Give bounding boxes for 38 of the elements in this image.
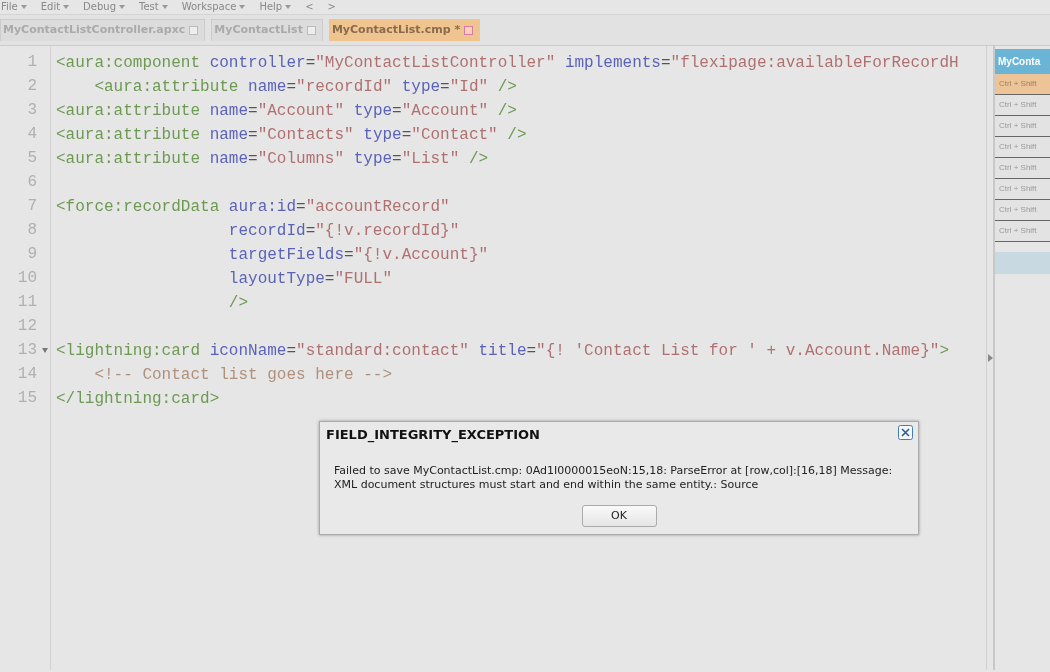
code-line: <aura:attribute name="Contacts" type="Contact" /> <box>56 125 527 146</box>
error-message: Failed to save MyContactList.cmp: 0Ad1I0000015eoN:15,18: ParseError at [row,col]:[16,18] Message: XML document structures must start and end within the same entity.: Source <box>333 463 894 492</box>
shortcut-row[interactable]: Ctrl + Shift <box>995 74 1050 95</box>
code-line: <aura:attribute name="Columns" type="List" /> <box>56 149 489 170</box>
caret-icon <box>161 5 168 9</box>
code-line: /> <box>227 293 249 314</box>
code-line: </lightning:card> <box>56 389 220 410</box>
fold-arrow-icon[interactable] <box>42 348 48 353</box>
caret-icon <box>20 5 27 9</box>
code-line: targetFields="{!v.Account}" <box>227 245 489 266</box>
code-line: <force:recordData aura:id="accountRecord" <box>56 197 450 218</box>
menu-item[interactable]: Debug <box>83 1 116 12</box>
menu-item[interactable]: Help <box>259 1 283 12</box>
nav-arrow[interactable]: < <box>305 0 314 14</box>
code-line: <aura:attribute name="recordId" type="Id" /> <box>93 77 517 98</box>
caret-icon <box>239 5 246 9</box>
panel-title: MyConta <box>995 49 1050 74</box>
tab-label: MyContactList.cmp * <box>331 21 461 38</box>
nav-arrow[interactable]: > <box>327 0 336 14</box>
code-line: <aura:attribute name="Account" type="Account" /> <box>56 101 517 122</box>
editor-tab[interactable]: MyContactList.cmp * <box>328 19 481 41</box>
caret-icon <box>285 5 292 9</box>
code-line: <!-- Contact list goes here --> <box>93 365 393 386</box>
code-line: <lightning:card iconName="standard:contact" title="{! 'Contact List for ' + v.Account.Name}"> <box>56 341 949 362</box>
menu-item[interactable]: Workspace <box>181 1 237 12</box>
code-line: <aura:component controller="MyContactListController" implements="flexipage:availableForRecordH <box>56 53 959 74</box>
code-line: recordId="{!v.recordId}" <box>227 221 460 242</box>
menu-item[interactable]: Test <box>139 1 159 12</box>
collapse-arrow-icon[interactable] <box>987 354 993 362</box>
caret-icon <box>63 5 70 9</box>
menu-item[interactable]: Edit <box>40 1 61 12</box>
dialog-title: FIELD_INTEGRITY_EXCEPTION <box>325 426 540 445</box>
menu-item[interactable]: File <box>1 1 18 12</box>
caret-icon <box>119 5 125 9</box>
code-line: layoutType="FULL" <box>227 269 393 290</box>
close-icon[interactable] <box>898 425 913 440</box>
ok-button[interactable]: OK <box>581 505 657 527</box>
panel-footer <box>995 252 1050 274</box>
